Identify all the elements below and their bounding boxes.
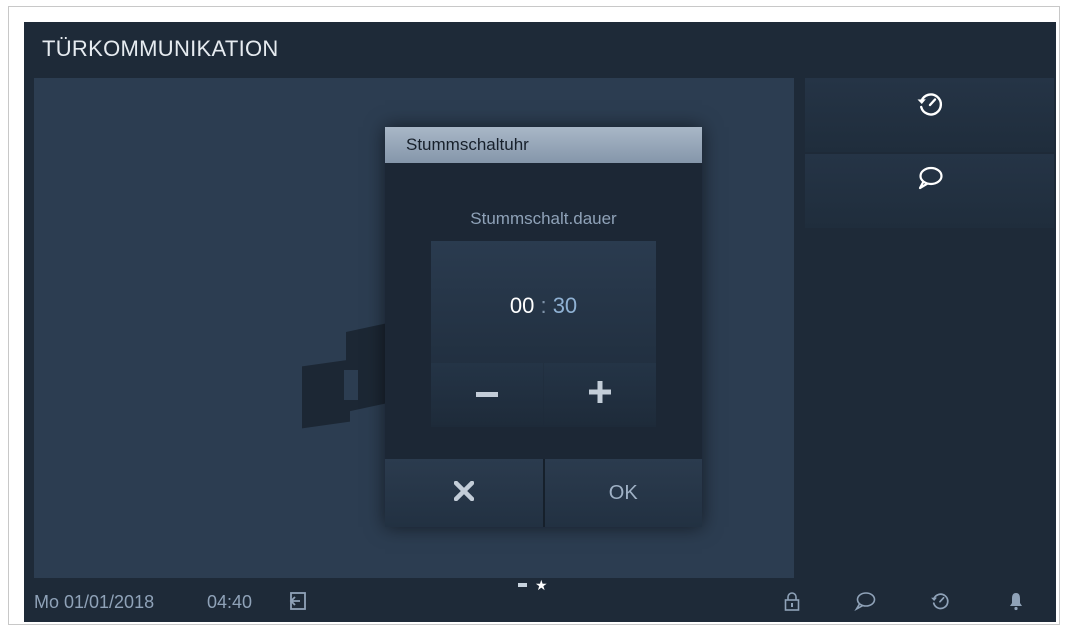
date-display: Mo 01/01/2018 — [34, 592, 155, 612]
video-shape — [302, 359, 350, 429]
history-icon — [916, 90, 944, 118]
page-indicator: ★ — [518, 578, 548, 592]
page-title: TÜRKOMMUNIKATION — [42, 36, 279, 61]
history-icon[interactable] — [930, 591, 950, 616]
mute-timer-dialog: Stummschaltuhr Stummschalt.dauer 00 : 30 — [385, 127, 702, 527]
exit-icon[interactable] — [288, 591, 308, 616]
chat-bubble-icon — [917, 166, 943, 190]
time-picker: 00 : 30 — [431, 241, 656, 427]
lock-icon[interactable] — [784, 591, 800, 616]
door-communication-screen: TÜRKOMMUNIKATION Stummschaltuhr Stummsch… — [24, 22, 1056, 622]
plus-icon — [589, 380, 611, 408]
dialog-subtitle: Stummschalt.dauer — [470, 209, 617, 228]
dialog-actions: OK — [385, 459, 702, 527]
hours-value[interactable]: 00 — [510, 293, 534, 318]
minutes-value[interactable]: 30 — [553, 293, 577, 318]
status-bar: Mo 01/01/2018 04:40 ★ — [24, 578, 1056, 622]
video-shape — [344, 370, 358, 400]
time-separator: : — [540, 293, 547, 318]
dialog-title: Stummschaltuhr — [385, 127, 702, 163]
time-display[interactable]: 00 : 30 — [431, 293, 656, 319]
bell-icon[interactable] — [1008, 591, 1024, 616]
chat-button[interactable] — [805, 154, 1054, 228]
cancel-button[interactable] — [385, 459, 545, 527]
chat-bubble-icon[interactable] — [854, 591, 876, 616]
time-display-statusbar: 04:40 — [207, 592, 253, 612]
close-icon — [453, 480, 474, 506]
history-button[interactable] — [805, 78, 1054, 152]
minus-icon — [476, 385, 498, 403]
page-dot[interactable] — [518, 583, 527, 587]
star-icon[interactable]: ★ — [535, 578, 548, 592]
increase-button[interactable] — [544, 363, 656, 425]
decrease-button[interactable] — [431, 363, 543, 425]
ok-button[interactable]: OK — [544, 459, 702, 527]
